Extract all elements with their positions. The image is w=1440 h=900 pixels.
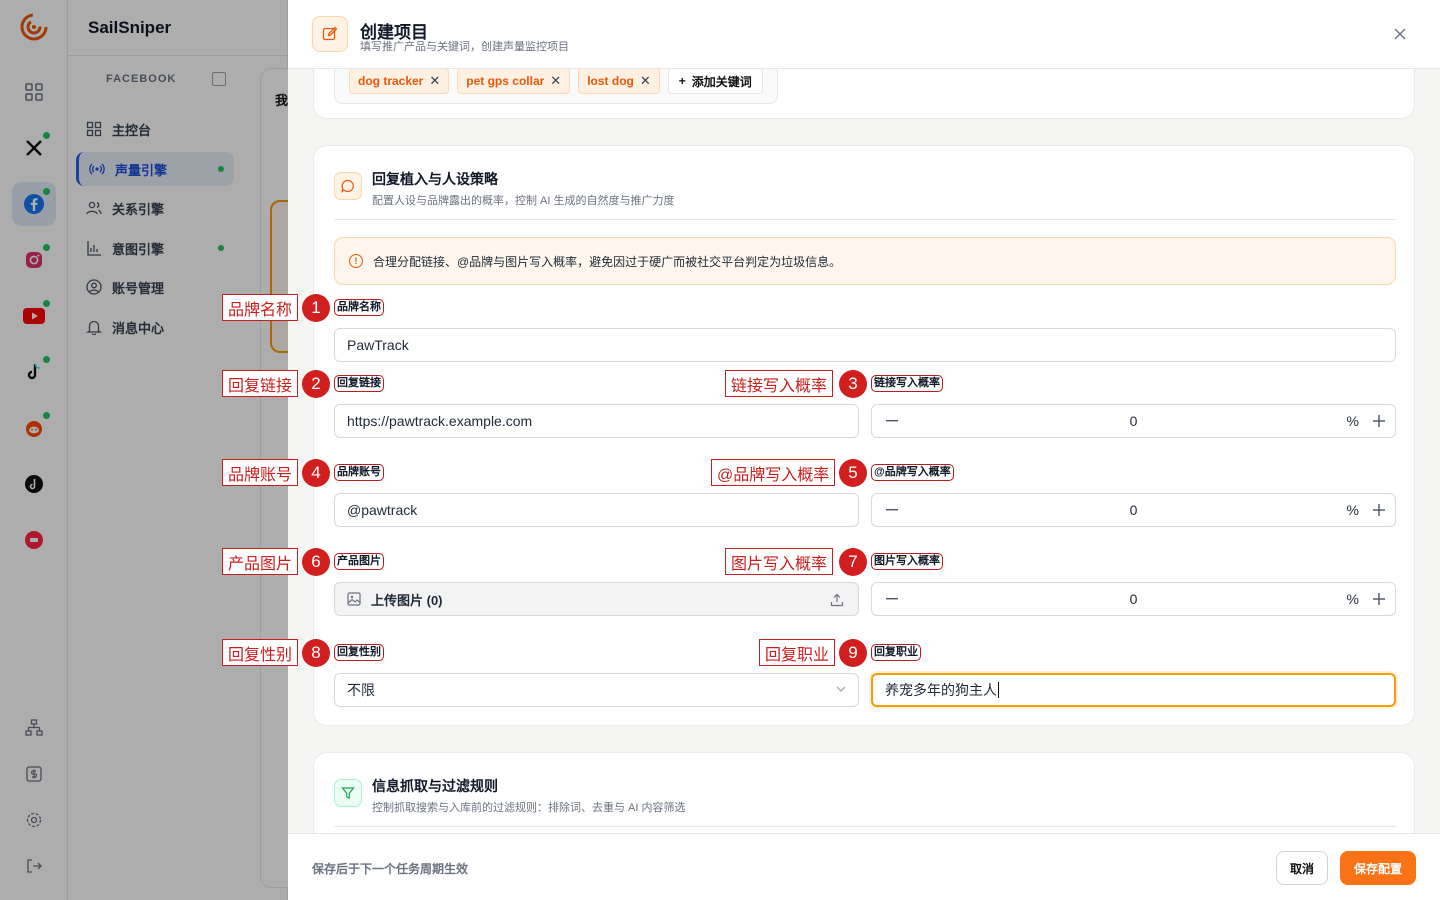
drawer-body[interactable]: dog tracker ✕ pet gps collar ✕ lost dog ✕ +… [288, 69, 1440, 833]
plus-icon: + [678, 74, 686, 88]
brand-account-input[interactable]: @pawtrack [334, 493, 859, 527]
section-subtitle: 控制抓取搜索与入库前的过滤规则：排除词、去重与 AI 内容筛选 [372, 802, 686, 814]
image-prob-stepper: 0 % [871, 582, 1396, 616]
upload-icon [830, 593, 844, 607]
reply-strategy-card: 回复植入与人设策略 配置人设与品牌露出的概率，控制 AI 生成的自然度与推广力度… [313, 145, 1415, 726]
filter-rules-card: 信息抓取与过滤规则 控制抓取搜索与入库前的过滤规则：排除词、去重与 AI 内容筛… [313, 752, 1415, 833]
annotation-badge: 3 [839, 370, 867, 398]
close-icon[interactable] [1390, 24, 1410, 44]
keyword-chip-list: dog tracker ✕ pet gps collar ✕ lost dog ✕ +… [334, 69, 778, 104]
image-prob-value[interactable]: 0 [872, 591, 1395, 607]
edit-icon [312, 16, 348, 52]
divider [334, 219, 1396, 220]
annotation-label: @品牌写入概率 [711, 459, 836, 486]
drawer-subtitle: 填写推广产品与关键词，创建声量监控项目 [360, 41, 569, 53]
annotation-label: 回复性别 [222, 639, 299, 666]
keyword-chip[interactable]: dog tracker ✕ [349, 69, 450, 94]
reply-link-input[interactable]: https://pawtrack.example.com [334, 404, 859, 438]
drawer-header: 创建项目 填写推广产品与关键词，创建声量监控项目 [288, 0, 1440, 69]
section-title: 信息抓取与过滤规则 [372, 778, 498, 794]
create-project-drawer: 创建项目 填写推广产品与关键词，创建声量监控项目 dog tracker ✕ pe… [288, 0, 1440, 900]
info-icon: ! [349, 254, 363, 268]
keywords-card: dog tracker ✕ pet gps collar ✕ lost dog ✕ +… [313, 69, 1415, 119]
plus-icon[interactable] [1371, 413, 1387, 429]
brand-name-input[interactable]: PawTrack [334, 328, 1396, 362]
link-prob-stepper: 0 % [871, 404, 1396, 438]
upload-image-button[interactable]: 上传图片 (0) [334, 582, 859, 616]
remove-chip-icon[interactable]: ✕ [550, 73, 561, 89]
footer-note: 保存后于下一个任务周期生效 [312, 862, 469, 876]
reply-job-label: 回复职业 [871, 644, 921, 661]
annotation-badge: 2 [302, 370, 330, 398]
text-caret [998, 682, 999, 698]
section-title: 回复植入与人设策略 [372, 171, 498, 187]
section-subtitle: 配置人设与品牌露出的概率，控制 AI 生成的自然度与推广力度 [372, 195, 675, 207]
keyword-chip[interactable]: lost dog ✕ [578, 69, 660, 94]
annotation-badge: 1 [302, 294, 330, 322]
annotation-badge: 5 [839, 459, 867, 487]
notice-banner: ! 合理分配链接、@品牌与图片写入概率，避免因过于硬广而被社交平台判定为垃圾信息… [334, 237, 1396, 285]
annotation-label: 回复职业 [759, 639, 836, 666]
chat-bubble-icon [334, 172, 362, 200]
drawer-footer: 保存后于下一个任务周期生效 取消 保存配置 [288, 833, 1440, 900]
add-keyword-button[interactable]: + 添加关键词 [667, 69, 763, 94]
remove-chip-icon[interactable]: ✕ [640, 73, 651, 89]
image-icon [347, 592, 361, 606]
brand-prob-label: @品牌写入概率 [871, 464, 954, 481]
annotation-label: 图片写入概率 [725, 548, 834, 575]
brand-prob-stepper: 0 % [871, 493, 1396, 527]
annotation-label: 回复链接 [222, 370, 299, 397]
annotation-label: 品牌名称 [222, 294, 299, 321]
percent-unit: % [1346, 502, 1359, 518]
divider [334, 826, 1396, 827]
link-prob-label: 链接写入概率 [871, 375, 943, 392]
reply-job-input[interactable]: 养宠多年的狗主人 [871, 673, 1396, 707]
annotation-label: 产品图片 [222, 548, 299, 575]
annotation-badge: 7 [839, 548, 867, 576]
plus-icon[interactable] [1371, 591, 1387, 607]
chevron-down-icon [836, 686, 846, 692]
image-prob-label: 图片写入概率 [871, 553, 943, 570]
annotation-badge: 4 [302, 459, 330, 487]
annotation-label: 链接写入概率 [725, 370, 834, 397]
filter-icon [334, 779, 362, 807]
reply-gender-label: 回复性别 [334, 644, 384, 661]
brand-account-label: 品牌账号 [334, 464, 384, 481]
keyword-chip[interactable]: pet gps collar ✕ [457, 69, 571, 94]
brand-prob-value[interactable]: 0 [872, 502, 1395, 518]
cancel-button[interactable]: 取消 [1276, 851, 1328, 885]
percent-unit: % [1346, 591, 1359, 607]
percent-unit: % [1346, 413, 1359, 429]
annotation-badge: 9 [839, 639, 867, 667]
annotation-label: 品牌账号 [222, 459, 299, 486]
link-prob-value[interactable]: 0 [872, 413, 1395, 429]
reply-gender-select[interactable]: 不限 [334, 673, 859, 707]
plus-icon[interactable] [1371, 502, 1387, 518]
product-image-label: 产品图片 [334, 553, 384, 570]
reply-link-label: 回复链接 [334, 375, 384, 392]
save-config-button[interactable]: 保存配置 [1340, 851, 1416, 885]
annotation-badge: 6 [302, 548, 330, 576]
annotation-badge: 8 [302, 639, 330, 667]
remove-chip-icon[interactable]: ✕ [429, 73, 440, 89]
brand-name-label: 品牌名称 [334, 299, 384, 316]
